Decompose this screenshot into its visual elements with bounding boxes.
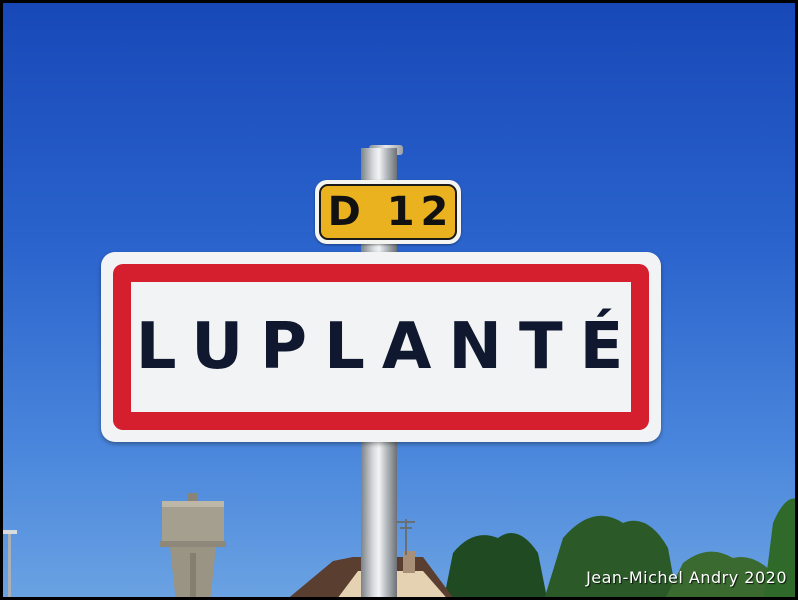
road-number: D 12: [327, 189, 455, 235]
street-lamp: [3, 530, 17, 597]
photographer-watermark: Jean-Michel Andry 2020: [586, 568, 787, 587]
road-number-plate: D 12: [315, 180, 461, 244]
town-name: LUPLANTÉ: [135, 310, 641, 384]
town-sign-red-border: LUPLANTÉ: [113, 264, 649, 430]
photo: D 12 LUPLANTÉ Jean-Michel Andry 2020: [3, 3, 795, 597]
road-number-plate-inner: D 12: [319, 184, 457, 240]
water-tower: [160, 493, 226, 597]
town-entry-sign: LUPLANTÉ: [101, 252, 661, 442]
antenna: [397, 519, 415, 555]
